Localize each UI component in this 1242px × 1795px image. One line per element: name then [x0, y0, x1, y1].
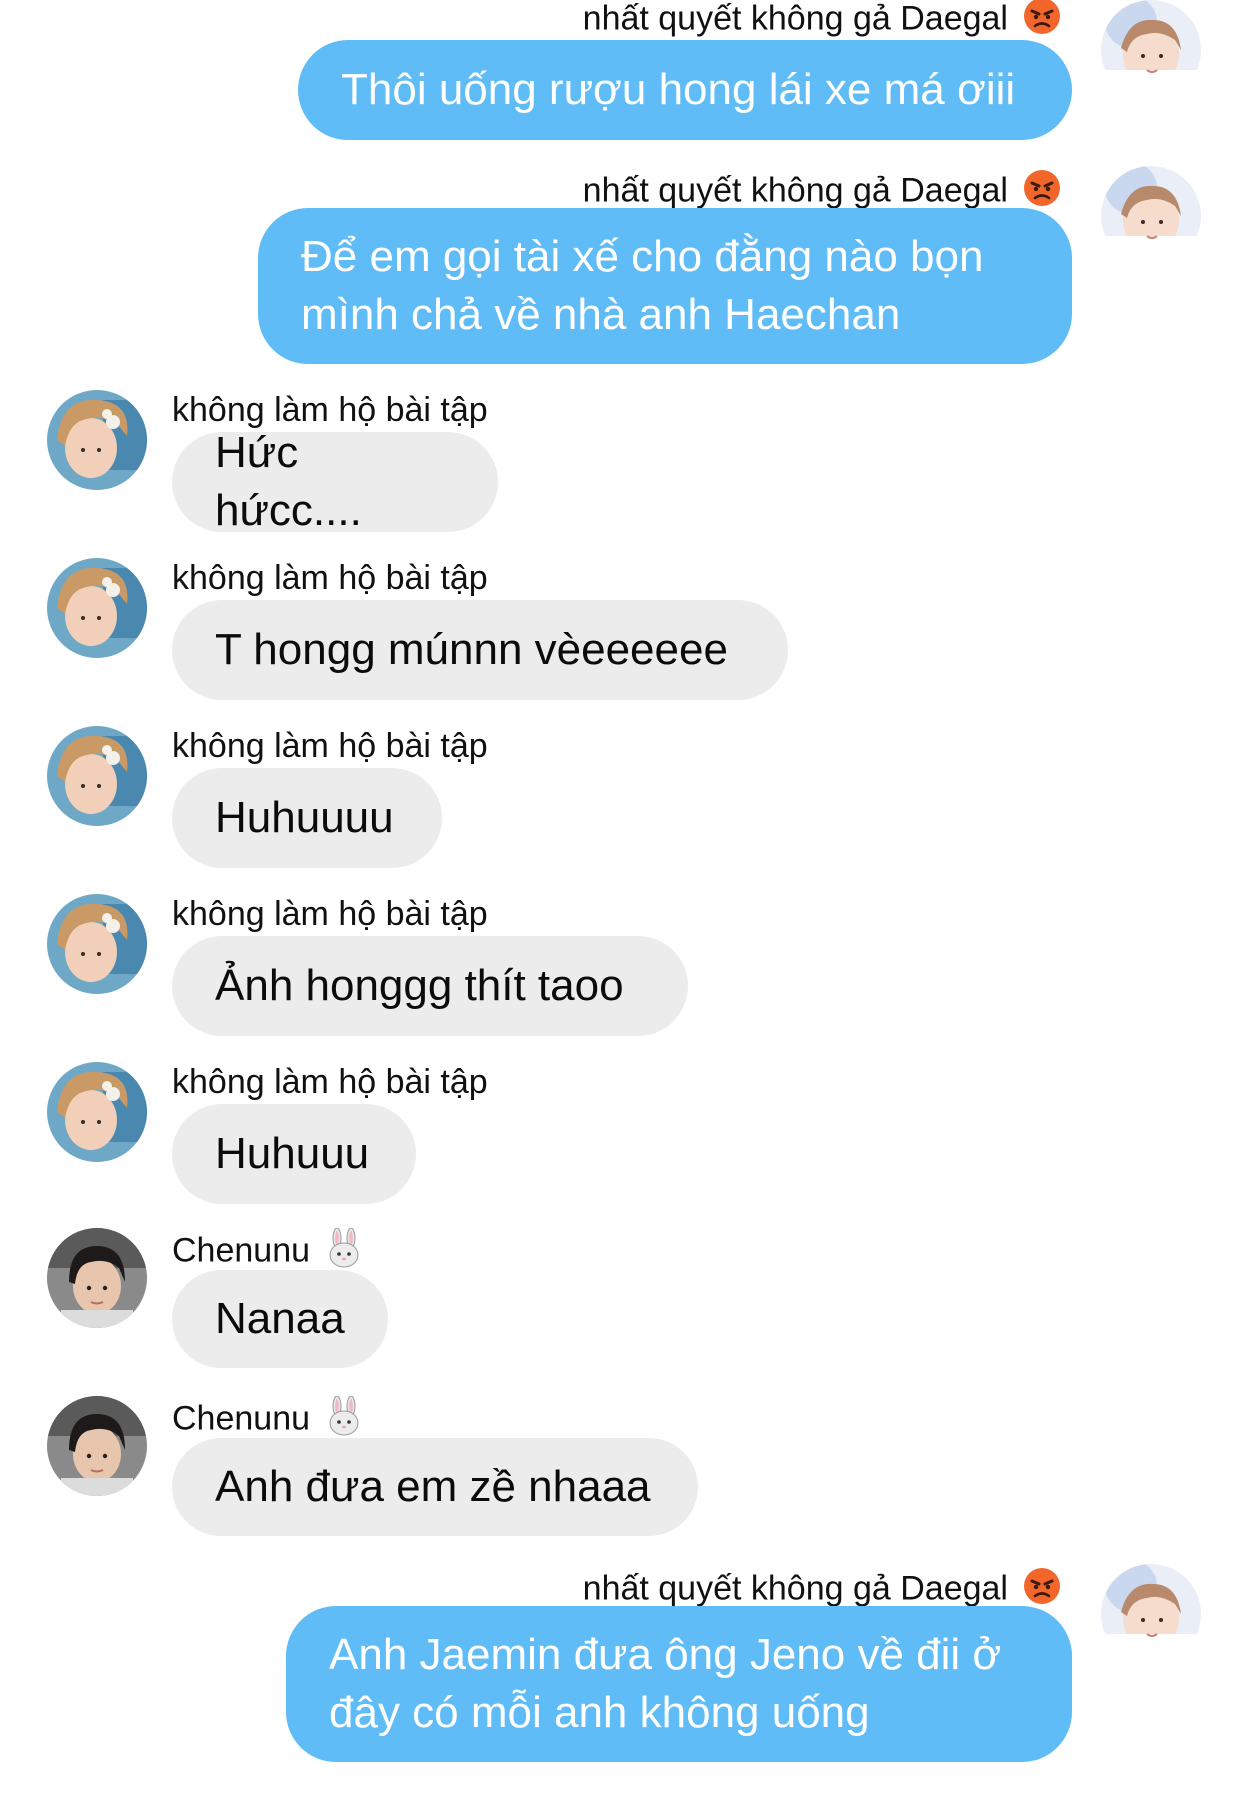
avatar[interactable] [47, 894, 147, 994]
avatar[interactable] [47, 1062, 147, 1162]
angry-face-icon [1022, 0, 1062, 45]
message-bubble[interactable]: Huhuuu [172, 1104, 416, 1204]
sender-name: không làm hộ bài tập [172, 1063, 488, 1101]
message-text: T hongg múnnn vèeeeeee [215, 625, 728, 674]
message-text: Anh Jaemin đưa ông Jeno về đii ở đây có … [329, 1630, 1002, 1737]
message-text: Ảnh honggg thít taoo [215, 961, 624, 1010]
message-text: Để em gọi tài xế cho đằng nào bọn mình c… [301, 232, 984, 339]
sender-row: không làm hộ bài tập [172, 894, 488, 934]
avatar[interactable] [47, 390, 147, 490]
avatar[interactable] [1101, 0, 1201, 100]
sender-name: không làm hộ bài tập [172, 559, 488, 597]
avatar[interactable] [47, 1396, 147, 1496]
message-text: Thôi uống rượu hong lái xe má ơiii [341, 65, 1016, 114]
sender-name: Chenunu [172, 1231, 311, 1270]
avatar[interactable] [47, 726, 147, 826]
message-text: Huhuuuu [215, 793, 394, 842]
message-text: Huhuuu [215, 1129, 370, 1178]
message-text: Anh đưa em zề nhaaa [215, 1462, 651, 1511]
sender-name: không làm hộ bài tập [172, 895, 488, 933]
avatar[interactable] [1101, 166, 1201, 266]
sender-name: nhất quyết không gả Daegal [582, 1569, 1008, 1608]
chat-thread: nhất quyết không gả Daegal Thôi uống rượ… [0, 0, 1242, 1795]
sender-row: không làm hộ bài tập [172, 558, 488, 598]
avatar[interactable] [1101, 1564, 1201, 1664]
message-bubble[interactable]: Để em gọi tài xế cho đằng nào bọn mình c… [258, 208, 1072, 364]
sender-name: nhất quyết không gả Daegal [582, 171, 1008, 210]
message-bubble[interactable]: Huhuuuu [172, 768, 442, 868]
sender-name: nhất quyết không gả Daegal [582, 0, 1008, 38]
sender-name: không làm hộ bài tập [172, 727, 488, 765]
sender-row: không làm hộ bài tập [172, 1062, 488, 1102]
message-bubble[interactable]: Nanaa [172, 1270, 388, 1368]
message-text: Nanaa [215, 1294, 345, 1343]
avatar[interactable] [47, 1228, 147, 1328]
sender-row: không làm hộ bài tập [172, 726, 488, 766]
message-bubble[interactable]: Ảnh honggg thít taoo [172, 936, 688, 1036]
message-bubble[interactable]: Hức hứcc.... [172, 428, 498, 535]
message-bubble[interactable]: Anh Jaemin đưa ông Jeno về đii ở đây có … [286, 1606, 1072, 1762]
message-bubble[interactable]: Anh đưa em zề nhaaa [172, 1438, 698, 1536]
message-bubble[interactable]: Thôi uống rượu hong lái xe má ơiii [298, 40, 1072, 140]
sender-name: Chenunu [172, 1399, 311, 1438]
avatar[interactable] [47, 558, 147, 658]
message-text: Hức hứcc.... [215, 428, 362, 535]
sender-row: nhất quyết không gả Daegal [583, 0, 1062, 45]
message-bubble[interactable]: T hongg múnnn vèeeeeee [172, 600, 788, 700]
